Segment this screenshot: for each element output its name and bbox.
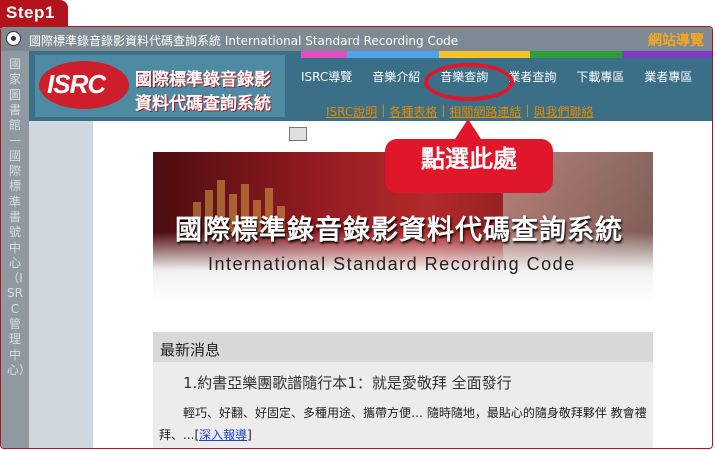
isrc-logo[interactable]: ISRC 國際標準錄音錄影 資料代碼查詢系統: [35, 55, 285, 117]
color-strip-segment: [392, 51, 439, 58]
nav-music-intro[interactable]: 音樂介紹: [362, 63, 430, 91]
color-strip-segment: [438, 51, 485, 58]
instruction-callout: 點選此處: [385, 139, 553, 193]
step-label: Step1: [6, 3, 55, 22]
left-vertical-column: 國家圖書館—國際標準書號中心（ISRC管理中心）: [1, 51, 32, 448]
nav-isrc-guide[interactable]: ISRC導覽: [291, 63, 362, 91]
subnav-forms[interactable]: 各種表格: [389, 103, 437, 120]
hero-title-zh: 國際標準錄音錄影資料代碼查詢系統: [175, 215, 623, 246]
sitemap-link[interactable]: 網站導覽: [648, 30, 704, 50]
highlight-ring: [424, 63, 514, 101]
logo-title-line1: 國際標準錄音錄影: [135, 70, 271, 90]
browser-frame: 國際標準錄音錄影資料代碼查詢系統 International Standard …: [0, 26, 713, 449]
isrc-logo-mark: ISRC: [47, 69, 106, 99]
logo-title-line2: 資料代碼查詢系統: [135, 94, 271, 114]
subnav-contact[interactable]: 與我們聯絡: [533, 103, 593, 120]
news-header: 最新消息: [153, 332, 653, 362]
side-strip: [29, 121, 93, 448]
nav-downloads[interactable]: 下載專區: [566, 63, 634, 91]
site-logo-icon: [6, 31, 21, 46]
vertical-org-text: 國家圖書館—國際標準書號中心（ISRC管理中心）: [7, 57, 32, 377]
news-item-title[interactable]: 1.約書亞樂團歌譜隨行本1：就是愛敬拜 全面發行: [183, 372, 512, 393]
color-strip-segment: [346, 51, 393, 58]
hero-title-en: International Standard Recording Code: [208, 254, 576, 274]
color-strip-segment: [576, 51, 623, 58]
sub-nav: ISRC說明 | 各種表格 | 相關網路連結 | 與我們聯絡: [326, 103, 594, 120]
nav-company-area[interactable]: 業者專區: [634, 63, 702, 91]
color-strip: [301, 51, 712, 58]
step-label-tab: Step1: [0, 0, 68, 28]
isrc-logo-icon: ISRC: [39, 61, 129, 109]
window-icon: [289, 127, 307, 141]
news-header-label: 最新消息: [160, 341, 221, 359]
color-strip-segment: [668, 51, 712, 58]
color-strip-segment: [530, 51, 577, 58]
title-bar: 國際標準錄音錄影資料代碼查詢系統 International Standard …: [1, 27, 712, 52]
news-item-body: 輕巧、好翻、好固定、多種用途、攜帶方便… 隨時隨地，最貼心的隨身敬拜夥伴 教會禮…: [159, 406, 647, 442]
subnav-related-links[interactable]: 相關網路連結: [449, 103, 521, 120]
callout-pointer: [455, 119, 481, 139]
news-panel: 最新消息 1.約書亞樂團歌譜隨行本1：就是愛敬拜 全面發行 輕巧、好翻、好固定、…: [153, 332, 653, 448]
subnav-isrc-info[interactable]: ISRC說明: [326, 103, 377, 120]
color-strip-segment: [301, 51, 347, 58]
color-strip-segment: [484, 51, 531, 58]
site-title: 國際標準錄音錄影資料代碼查詢系統 International Standard …: [29, 34, 459, 48]
callout-text: 點選此處: [421, 145, 517, 173]
color-strip-segment: [622, 51, 669, 58]
read-more-link[interactable]: 深入報導: [199, 428, 247, 442]
